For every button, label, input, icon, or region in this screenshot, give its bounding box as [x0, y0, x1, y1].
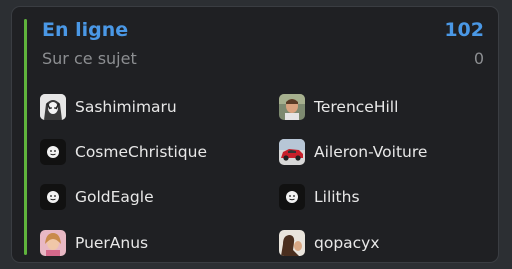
user-terencehill[interactable]: TerenceHill: [279, 93, 398, 121]
user-liliths[interactable]: Liliths: [279, 183, 360, 211]
photo-portrait-avatar: [40, 230, 66, 256]
username: Sashimimaru: [75, 98, 177, 116]
online-users-panel: En ligne 102 Sur ce sujet 0 Sashimimaru: [11, 6, 499, 263]
online-count: 102: [444, 19, 484, 41]
red-car-avatar: [279, 139, 305, 165]
username: Liliths: [314, 188, 360, 206]
default-face-avatar: [40, 139, 66, 165]
user-cosmechristique[interactable]: CosmeChristique: [40, 138, 207, 166]
user-aileron-voiture[interactable]: Aileron-Voiture: [279, 138, 427, 166]
user-goldeagle[interactable]: GoldEagle: [40, 183, 154, 211]
username: qopacyx: [314, 234, 380, 252]
accent-bar: [24, 19, 27, 255]
username: CosmeChristique: [75, 143, 207, 161]
default-face-avatar: [279, 184, 305, 210]
username: TerenceHill: [314, 98, 399, 116]
panel-title: En ligne: [42, 19, 129, 41]
photo-portrait-avatar: [279, 230, 305, 256]
default-face-avatar: [40, 184, 66, 210]
username: Aileron-Voiture: [314, 143, 428, 161]
username: GoldEagle: [75, 188, 154, 206]
photo-portrait-avatar: [279, 94, 305, 120]
topic-count: 0: [473, 49, 484, 68]
user-sashimimaru[interactable]: Sashimimaru: [40, 93, 177, 121]
user-qopacyx[interactable]: qopacyx: [279, 229, 380, 257]
topic-label: Sur ce sujet: [42, 49, 137, 68]
manga-portrait-avatar: [40, 94, 66, 120]
user-pueranus[interactable]: PuerAnus: [40, 229, 148, 257]
username: PuerAnus: [75, 234, 149, 252]
